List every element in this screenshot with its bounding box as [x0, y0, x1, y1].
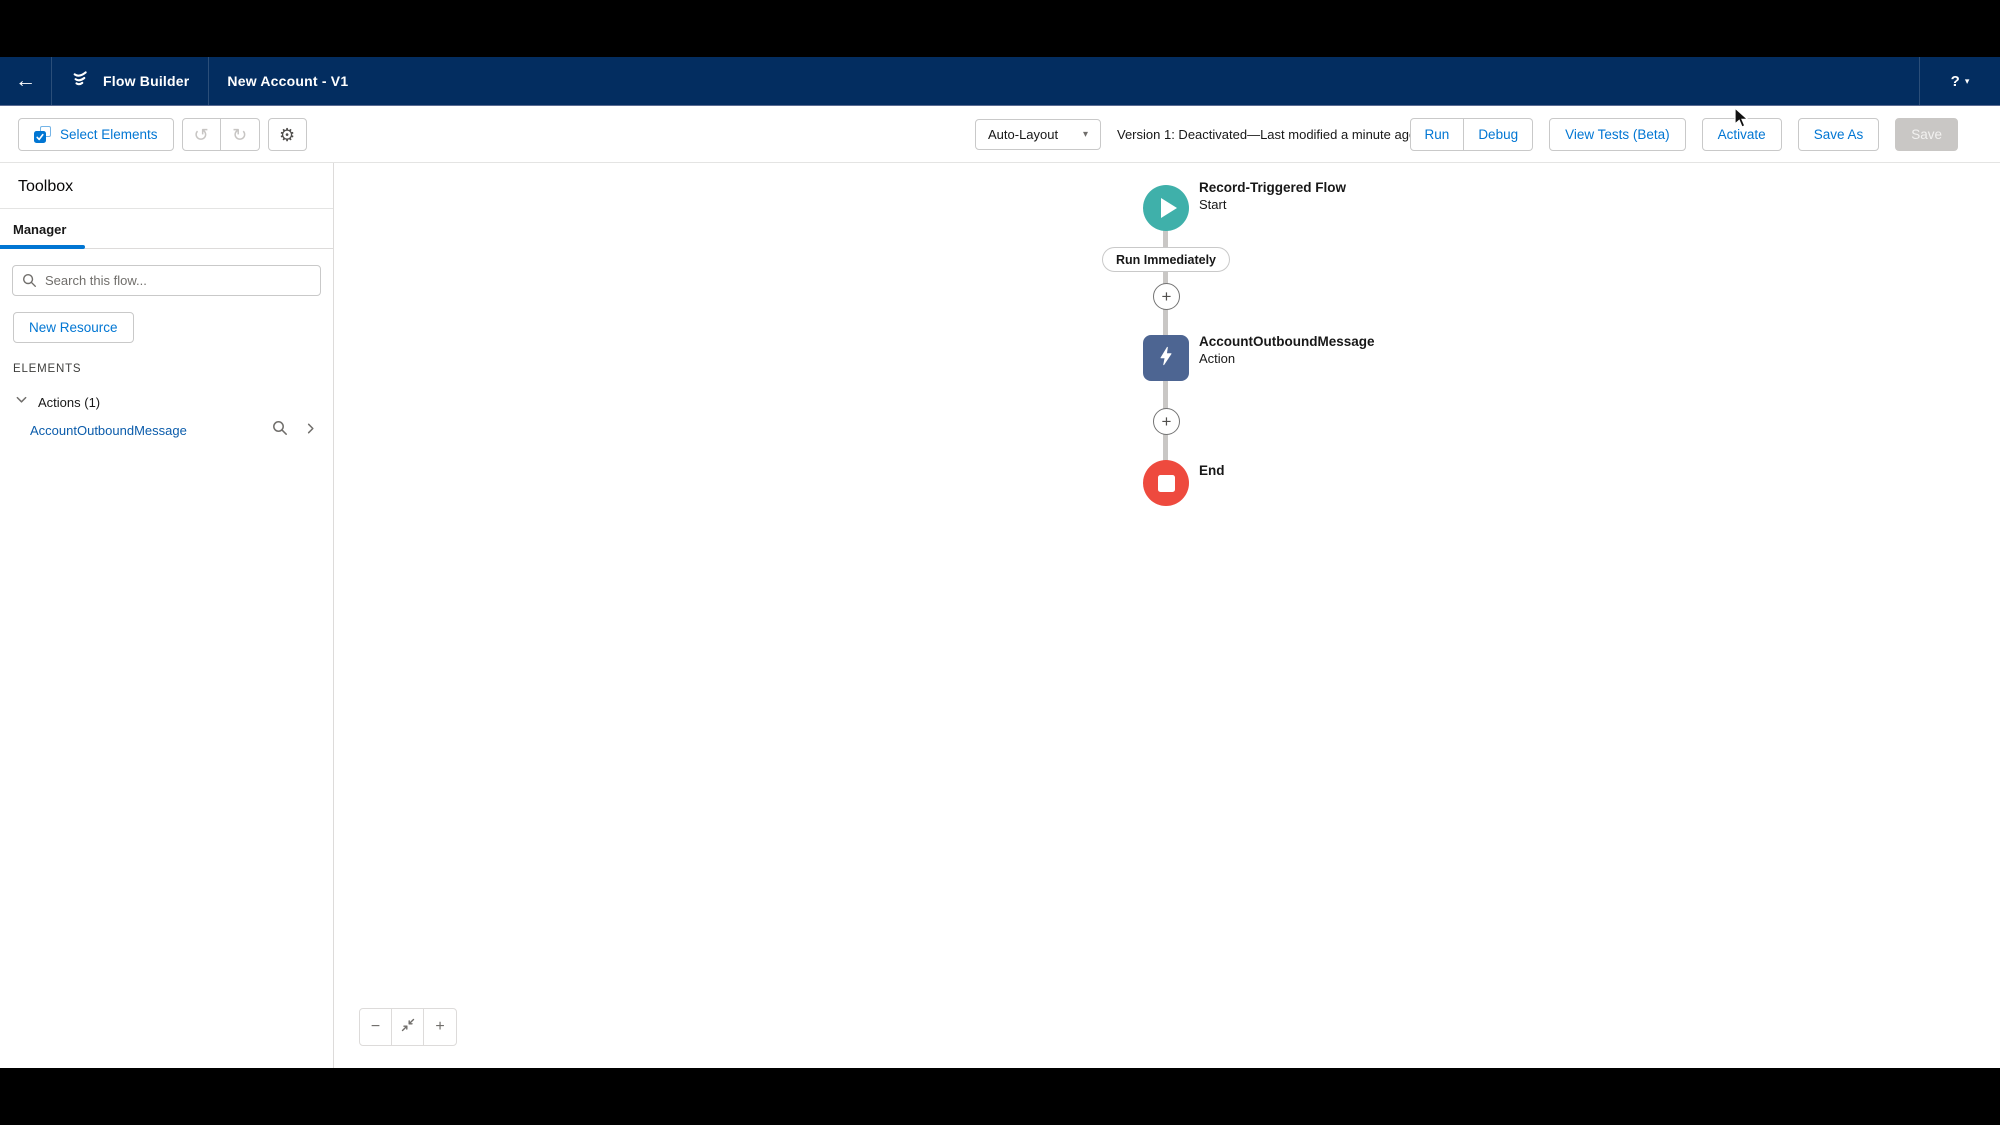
toolbox-panel: Toolbox Manager New Resource ELEMENTS — [0, 163, 334, 1068]
view-tests-button[interactable]: View Tests (Beta) — [1549, 118, 1686, 151]
canvas-zoom-controls: − + — [359, 1008, 457, 1046]
version-status-text: Version 1: Deactivated—Last modified a m… — [1117, 106, 1416, 163]
actions-group-toggle[interactable]: Actions (1) — [15, 393, 333, 411]
gear-icon: ⚙ — [279, 126, 295, 144]
undo-redo-group: ↺ ↻ — [182, 118, 260, 151]
chevron-right-icon[interactable] — [304, 422, 317, 440]
chevron-down-icon: ▾ — [1083, 129, 1088, 140]
back-button[interactable]: ← — [0, 57, 51, 105]
debug-button[interactable]: Debug — [1464, 118, 1533, 151]
minus-icon: − — [371, 1018, 380, 1036]
end-node[interactable] — [1143, 460, 1189, 506]
multi-select-icon — [34, 126, 51, 143]
elements-heading: ELEMENTS — [13, 363, 333, 375]
back-arrow-icon: ← — [15, 69, 36, 93]
flow-search — [12, 265, 321, 296]
run-button[interactable]: Run — [1410, 118, 1465, 151]
toolbar-right-cluster: Run Debug View Tests (Beta) Activate Sav… — [1410, 118, 1958, 151]
save-as-button[interactable]: Save As — [1798, 118, 1880, 151]
actions-group-label: Actions (1) — [38, 395, 100, 410]
active-tab-indicator — [0, 245, 85, 249]
flow-builder-logo-icon — [71, 68, 93, 95]
action-node-label: AccountOutboundMessage Action — [1199, 333, 1519, 367]
flow-builder-app: ← Flow Builder New Account - V1 ? — [0, 57, 2000, 1068]
select-elements-label: Select Elements — [60, 127, 158, 142]
zoom-in-button[interactable]: + — [424, 1009, 456, 1045]
settings-button[interactable]: ⚙ — [268, 118, 307, 151]
help-region: ? ▾ — [1919, 57, 2000, 105]
flow-canvas[interactable]: Record-Triggered Flow Start Run Immediat… — [334, 163, 2000, 1068]
start-node[interactable] — [1143, 185, 1189, 231]
find-in-canvas-icon[interactable] — [272, 420, 288, 441]
start-node-label: Record-Triggered Flow Start — [1199, 179, 1519, 213]
node-title: Record-Triggered Flow — [1199, 179, 1519, 196]
play-icon — [1161, 198, 1177, 218]
add-element-button[interactable]: + — [1153, 408, 1180, 435]
app-name: Flow Builder — [103, 73, 189, 89]
screen: ← Flow Builder New Account - V1 ? — [0, 0, 2000, 1125]
compress-arrows-icon — [401, 1018, 415, 1037]
search-input[interactable] — [12, 265, 321, 296]
save-button: Save — [1895, 118, 1958, 151]
run-immediately-badge: Run Immediately — [1102, 247, 1230, 272]
list-item: AccountOutboundMessage — [30, 420, 321, 441]
layout-mode-dropdown[interactable]: Auto-Layout ▾ — [975, 119, 1101, 150]
node-title: AccountOutboundMessage — [1199, 333, 1519, 350]
redo-icon: ↻ — [232, 126, 247, 144]
redo-button[interactable]: ↻ — [221, 118, 260, 151]
help-menu-button[interactable]: ? ▾ — [1920, 57, 2000, 105]
chevron-down-icon: ▾ — [1965, 76, 1970, 87]
flow-title: New Account - V1 — [209, 57, 366, 105]
fit-to-view-button[interactable] — [392, 1009, 424, 1045]
select-elements-button[interactable]: Select Elements — [18, 118, 174, 151]
end-node-label: End — [1199, 462, 1519, 479]
toolbar-left-cluster: Select Elements ↺ ↻ ⚙ — [18, 118, 307, 151]
plus-icon: + — [1162, 413, 1172, 430]
item-actions — [272, 420, 317, 441]
toolbar: Select Elements ↺ ↻ ⚙ Auto-Layout ▾ — [0, 106, 2000, 163]
plus-icon: + — [1162, 288, 1172, 305]
toolbox-tabs: Manager — [0, 209, 333, 249]
element-link-accountoutboundmessage[interactable]: AccountOutboundMessage — [30, 423, 272, 438]
toolbox-title: Toolbox — [0, 163, 333, 208]
top-header: ← Flow Builder New Account - V1 ? — [0, 57, 2000, 106]
layout-mode-value: Auto-Layout — [988, 127, 1058, 142]
node-subtitle: Action — [1199, 350, 1519, 367]
stop-icon — [1158, 475, 1175, 492]
node-subtitle: Start — [1199, 196, 1519, 213]
add-element-button[interactable]: + — [1153, 283, 1180, 310]
action-node[interactable] — [1143, 335, 1189, 381]
body: Toolbox Manager New Resource ELEMENTS — [0, 163, 2000, 1068]
node-title: End — [1199, 462, 1519, 479]
undo-icon: ↺ — [194, 126, 209, 144]
new-resource-button[interactable]: New Resource — [13, 312, 134, 343]
search-icon — [22, 273, 37, 293]
tab-manager[interactable]: Manager — [13, 222, 66, 237]
undo-button[interactable]: ↺ — [182, 118, 221, 151]
run-debug-group: Run Debug — [1410, 118, 1534, 151]
help-icon: ? — [1951, 73, 1960, 90]
plus-icon: + — [435, 1018, 444, 1036]
zoom-out-button[interactable]: − — [360, 1009, 392, 1045]
brand: Flow Builder — [52, 57, 208, 105]
chevron-down-icon — [15, 393, 28, 411]
activate-button[interactable]: Activate — [1702, 118, 1782, 151]
lightning-icon — [1155, 345, 1177, 372]
